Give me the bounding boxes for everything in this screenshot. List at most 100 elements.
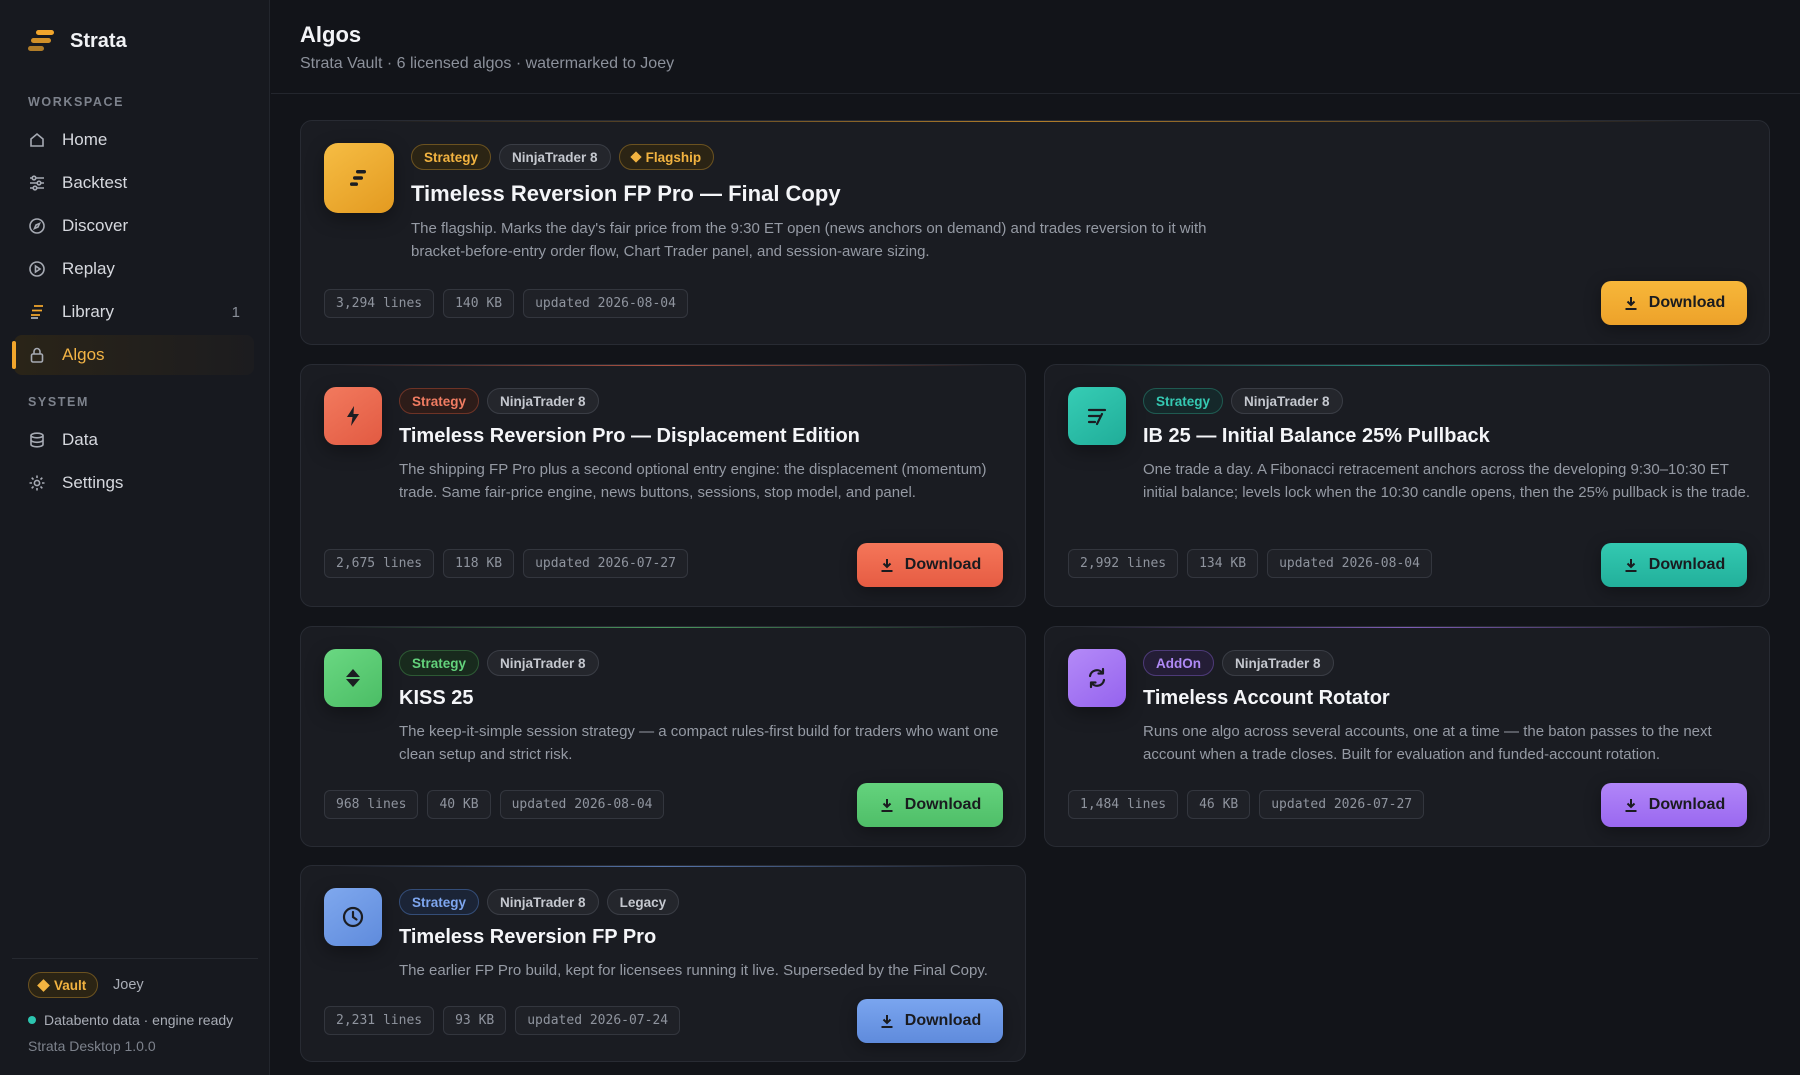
card-meta: 2,231 lines 93 KB updated 2026-07-24 (324, 1006, 681, 1035)
size-chip: 40 KB (427, 790, 491, 819)
diamond-split-icon (324, 649, 382, 707)
library-count-badge: 1 (231, 303, 240, 321)
database-icon (28, 431, 46, 449)
card-tags: Strategy NinjaTrader 8 Legacy (399, 889, 680, 915)
engine-status: Databento data · engine ready (28, 1012, 233, 1028)
brand[interactable]: Strata (28, 28, 127, 54)
card-tags: Strategy NinjaTrader 8 (399, 650, 599, 676)
status-dot-icon (28, 1016, 36, 1024)
lines-chip: 2,231 lines (324, 1006, 435, 1035)
size-chip: 46 KB (1187, 790, 1251, 819)
vault-badge[interactable]: Vault (28, 972, 99, 998)
tag-legacy: Legacy (606, 889, 680, 915)
download-button[interactable]: Download (1601, 783, 1747, 827)
sidebar-item-label: Library (62, 302, 114, 321)
card-tags: AddOn NinjaTrader 8 (1143, 650, 1334, 676)
lines-chip: 1,484 lines (1068, 790, 1179, 819)
sliders-icon (28, 174, 46, 192)
sidebar-item-home[interactable]: Home (14, 120, 254, 160)
card-description: The earlier FP Pro build, kept for licen… (399, 962, 988, 979)
tag-platform: NinjaTrader 8 (487, 388, 599, 414)
tag-type: Strategy (399, 388, 480, 414)
sidebar-item-data[interactable]: Data (14, 420, 254, 460)
play-circle-icon (28, 260, 46, 278)
sidebar-item-label: Data (62, 430, 98, 449)
card-meta: 3,294 lines 140 KB updated 2026-08-04 (324, 289, 688, 318)
card-meta: 968 lines 40 KB updated 2026-08-04 (324, 790, 665, 819)
page-title: Algos (300, 22, 362, 47)
vault-user-name: Joey (113, 977, 144, 993)
lightning-icon (324, 387, 382, 445)
strata-stack-icon (324, 143, 394, 213)
sidebar-footer-divider (12, 958, 258, 959)
sidebar-item-label: Replay (62, 259, 115, 278)
sidebar-item-replay[interactable]: Replay (14, 249, 254, 289)
strata-logo-icon (28, 28, 56, 54)
card-title: Timeless Reversion FP Pro — Final Copy (411, 181, 841, 206)
card-title: KISS 25 (399, 687, 474, 709)
rotate-arrows-icon (1068, 649, 1126, 707)
card-title: IB 25 — Initial Balance 25% Pullback (1143, 425, 1490, 447)
fibonacci-levels-icon (1068, 387, 1126, 445)
download-icon (1625, 559, 1637, 572)
download-button[interactable]: Download (857, 543, 1003, 587)
tag-flagship: Flagship (618, 144, 715, 170)
card-description: The shipping FP Pro plus a second option… (399, 461, 987, 501)
card-tags: Strategy NinjaTrader 8 (399, 388, 599, 414)
tag-platform: NinjaTrader 8 (1231, 388, 1343, 414)
tag-platform: NinjaTrader 8 (499, 144, 611, 170)
download-button[interactable]: Download (857, 999, 1003, 1043)
size-chip: 93 KB (443, 1006, 507, 1035)
lines-chip: 2,675 lines (324, 549, 435, 578)
workspace-section-label: WORKSPACE (28, 95, 125, 109)
algo-card-ib25: Strategy NinjaTrader 8 IB 25 — Initial B… (1044, 364, 1770, 607)
sidebar-item-label: Algos (62, 345, 105, 364)
lines-chip: 3,294 lines (324, 289, 435, 318)
engine-status-text: Databento data · engine ready (44, 1012, 234, 1028)
updated-chip: updated 2026-07-24 (515, 1006, 681, 1035)
download-button[interactable]: Download (1601, 281, 1747, 325)
card-description: The keep-it-simple session strategy — a … (399, 723, 999, 763)
sidebar-item-backtest[interactable]: Backtest (14, 163, 254, 203)
sidebar-item-label: Home (62, 130, 108, 149)
card-tags: Strategy NinjaTrader 8 (1143, 388, 1343, 414)
clock-icon (324, 888, 382, 946)
card-meta: 1,484 lines 46 KB updated 2026-07-27 (1068, 790, 1425, 819)
size-chip: 134 KB (1187, 549, 1259, 578)
lines-chip: 968 lines (324, 790, 419, 819)
card-meta: 2,675 lines 118 KB updated 2026-07-27 (324, 549, 688, 578)
sidebar-item-label: Settings (62, 473, 124, 492)
sidebar-item-algos[interactable]: Algos (12, 335, 254, 375)
home-icon (28, 131, 46, 149)
size-chip: 118 KB (443, 549, 515, 578)
card-description: Runs one algo across several accounts, o… (1143, 723, 1712, 763)
tag-flagship-label: Flagship (645, 149, 702, 165)
system-section-label: SYSTEM (28, 395, 89, 409)
tag-platform: NinjaTrader 8 (487, 650, 599, 676)
tag-type: Strategy (411, 144, 492, 170)
algo-card-kiss25: Strategy NinjaTrader 8 KISS 25 The keep-… (300, 626, 1026, 847)
sidebar-item-library[interactable]: Library 1 (14, 292, 254, 332)
gear-icon (28, 474, 46, 492)
lines-chip: 2,992 lines (1068, 549, 1179, 578)
sidebar-item-settings[interactable]: Settings (14, 463, 254, 503)
download-button[interactable]: Download (1601, 543, 1747, 587)
sidebar-item-label: Backtest (62, 173, 128, 192)
algo-card-account-rotator: AddOn NinjaTrader 8 Timeless Account Rot… (1044, 626, 1770, 847)
sidebar-item-discover[interactable]: Discover (14, 206, 254, 246)
compass-icon (28, 217, 46, 235)
updated-chip: updated 2026-08-04 (523, 289, 688, 318)
page-subtitle: Strata Vault · 6 licensed algos · waterm… (300, 55, 675, 72)
algo-card-displacement: Strategy NinjaTrader 8 Timeless Reversio… (300, 364, 1026, 607)
download-button[interactable]: Download (857, 783, 1003, 827)
diamond-icon (37, 978, 50, 992)
card-description: One trade a day. A Fibonacci retracement… (1143, 461, 1751, 501)
card-title: Timeless Reversion Pro — Displacement Ed… (399, 425, 860, 447)
download-icon (1625, 297, 1637, 310)
app-version: Strata Desktop 1.0.0 (28, 1038, 156, 1054)
size-chip: 140 KB (443, 289, 515, 318)
card-title: Timeless Account Rotator (1143, 687, 1390, 709)
download-icon (881, 799, 893, 812)
tag-platform: NinjaTrader 8 (1222, 650, 1334, 676)
download-icon (881, 1015, 893, 1028)
